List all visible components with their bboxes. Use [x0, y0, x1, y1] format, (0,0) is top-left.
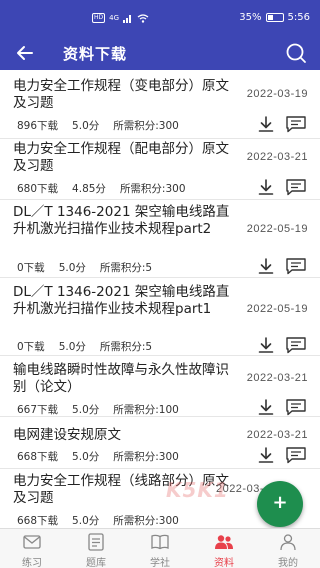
comment-icon[interactable]: [285, 446, 307, 464]
tab-label: 练习: [22, 558, 42, 568]
hd-badge: HD: [92, 13, 106, 23]
item-title[interactable]: 电力安全工作规程（配电部分）原文及习题: [13, 141, 241, 175]
document-icon: [88, 533, 104, 551]
comment-icon[interactable]: [285, 398, 307, 416]
download-count: 668下载: [17, 451, 59, 463]
signal-label: 4G: [109, 14, 120, 22]
rating: 5.0分: [58, 341, 86, 353]
item-title[interactable]: DL／T 1346-2021 架空输电线路直升机激光扫描作业技术规程part2: [13, 204, 241, 238]
arrow-left-icon[interactable]: [15, 43, 35, 63]
battery-icon: [265, 13, 284, 22]
points-required: 所需积分:300: [119, 183, 186, 195]
bottom-tab-bar: 练习 题库 学社 资料 我的: [0, 528, 320, 568]
list-item[interactable]: 输电线路瞬时性故障与永久性故障识别（论文） 2022-03-21 667下载 5…: [0, 356, 320, 417]
search-icon[interactable]: [285, 42, 307, 64]
item-date: 2022-03-19: [246, 88, 308, 100]
item-meta: 668下载 5.0分 所需积分:300: [17, 449, 179, 464]
rating: 5.0分: [72, 404, 100, 416]
item-title[interactable]: DL／T 1346-2021 架空输电线路直升机激光扫描作业技术规程part1: [13, 284, 241, 318]
clock: 5:56: [287, 12, 310, 23]
points-required: 所需积分:300: [113, 515, 179, 527]
download-icon[interactable]: [257, 178, 275, 196]
resource-list[interactable]: 电力安全工作规程（变电部分）原文及习题 2022-03-19 896下载 5.0…: [0, 70, 320, 528]
item-title[interactable]: 输电线路瞬时性故障与永久性故障识别（论文）: [13, 362, 241, 396]
item-date: 2022-05-19: [246, 303, 308, 315]
item-meta: 680下载 4.85分 所需积分:300: [17, 181, 186, 196]
download-count: 680下载: [17, 183, 59, 195]
book-icon: [151, 534, 169, 550]
status-right: 35% 5:56: [239, 12, 310, 23]
download-icon[interactable]: [257, 398, 275, 416]
tab-label: 资料: [214, 558, 234, 568]
status-bar: HD 4G 35% 5:56: [0, 0, 320, 38]
comment-icon[interactable]: [285, 115, 307, 133]
add-button[interactable]: +: [257, 481, 303, 527]
download-count: 0下载: [17, 262, 45, 274]
tab-mine[interactable]: 我的: [256, 529, 320, 568]
points-required: 所需积分:100: [113, 404, 179, 416]
tab-label: 题库: [86, 558, 106, 568]
tab-study-club[interactable]: 学社: [128, 529, 192, 568]
item-meta: 0下载 5.0分 所需积分:5: [17, 339, 152, 354]
download-count: 667下载: [17, 404, 59, 416]
tab-label: 我的: [278, 558, 298, 568]
item-date: 2022-05-19: [246, 223, 308, 235]
points-required: 所需积分:5: [99, 262, 153, 274]
app-bar: 资料下载: [0, 38, 320, 70]
download-icon[interactable]: [257, 115, 275, 133]
watermark-logo: K5K1: [166, 478, 229, 502]
item-title[interactable]: 电网建设安规原文: [13, 427, 241, 444]
download-count: 0下载: [17, 341, 45, 353]
rating: 5.0分: [72, 515, 100, 527]
rating: 5.0分: [58, 262, 86, 274]
item-meta: 0下载 5.0分 所需积分:5: [17, 260, 152, 275]
tab-resources[interactable]: 资料: [192, 529, 256, 568]
list-item[interactable]: 电网建设安规原文 2022-03-21 668下载 5.0分 所需积分:300: [0, 417, 320, 469]
points-required: 所需积分:5: [99, 341, 153, 353]
comment-icon[interactable]: [285, 178, 307, 196]
rating: 4.85分: [72, 183, 106, 195]
tab-practice[interactable]: 练习: [0, 529, 64, 568]
download-icon[interactable]: [257, 446, 275, 464]
points-required: 所需积分:300: [113, 451, 179, 463]
download-count: 896下载: [17, 120, 59, 132]
person-icon: [280, 534, 296, 551]
item-title[interactable]: 电力安全工作规程（变电部分）原文及习题: [13, 78, 241, 112]
mail-icon: [23, 535, 41, 549]
download-count: 668下载: [17, 515, 59, 527]
comment-icon[interactable]: [285, 336, 307, 354]
rating: 5.0分: [72, 120, 100, 132]
item-date: 2022-03-21: [246, 151, 308, 163]
item-meta: 896下载 5.0分 所需积分:300: [17, 118, 179, 133]
list-item[interactable]: DL／T 1346-2021 架空输电线路直升机激光扫描作业技术规程part1 …: [0, 278, 320, 356]
battery-percent: 35%: [239, 12, 262, 23]
tab-label: 学社: [150, 558, 170, 568]
list-item[interactable]: 电力安全工作规程（配电部分）原文及习题 2022-03-21 680下载 4.8…: [0, 139, 320, 200]
list-item[interactable]: DL／T 1346-2021 架空输电线路直升机激光扫描作业技术规程part2 …: [0, 200, 320, 278]
download-icon[interactable]: [257, 336, 275, 354]
download-icon[interactable]: [257, 257, 275, 275]
points-required: 所需积分:300: [113, 120, 179, 132]
page-title: 资料下载: [63, 45, 128, 63]
people-icon: [215, 535, 233, 549]
comment-icon[interactable]: [285, 257, 307, 275]
item-meta: 668下载 5.0分 所需积分:300: [17, 513, 179, 528]
signal-icon: [123, 14, 132, 23]
wifi-icon: [137, 13, 149, 23]
item-date: 2022-03-21: [246, 429, 308, 441]
tab-question-bank[interactable]: 题库: [64, 529, 128, 568]
status-left: HD 4G: [92, 13, 149, 23]
rating: 5.0分: [72, 451, 100, 463]
item-meta: 667下载 5.0分 所需积分:100: [17, 402, 179, 417]
item-date: 2022-03-21: [246, 372, 308, 384]
list-item[interactable]: 电力安全工作规程（变电部分）原文及习题 2022-03-19 896下载 5.0…: [0, 70, 320, 139]
